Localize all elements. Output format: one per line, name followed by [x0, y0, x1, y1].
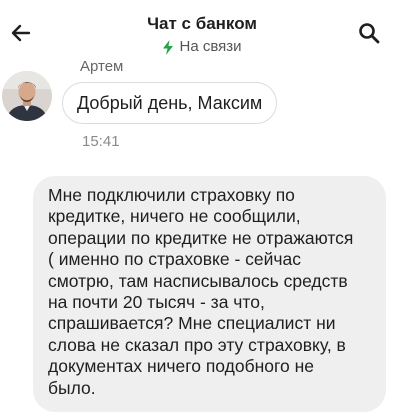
message-timestamp: 15:41 — [82, 133, 120, 150]
status-text: На связи — [179, 38, 242, 55]
chat-title-block: Чат с банком На связи — [0, 14, 404, 60]
page-title: Чат с банком — [147, 14, 257, 33]
avatar[interactable] — [2, 71, 52, 121]
message-list[interactable]: Артем Добрый день, Максим 15:41 Мне подк… — [0, 56, 404, 419]
connection-status: На связи — [162, 38, 242, 56]
incoming-message[interactable]: Добрый день, Максим — [62, 82, 278, 124]
lightning-bolt-icon — [163, 39, 174, 55]
outgoing-message[interactable]: Мне подключили страховку по кредитке, ни… — [33, 176, 386, 412]
search-icon — [359, 23, 380, 44]
avatar-image — [2, 71, 52, 121]
search-button[interactable] — [354, 18, 384, 48]
sender-name: Артем — [80, 58, 124, 75]
